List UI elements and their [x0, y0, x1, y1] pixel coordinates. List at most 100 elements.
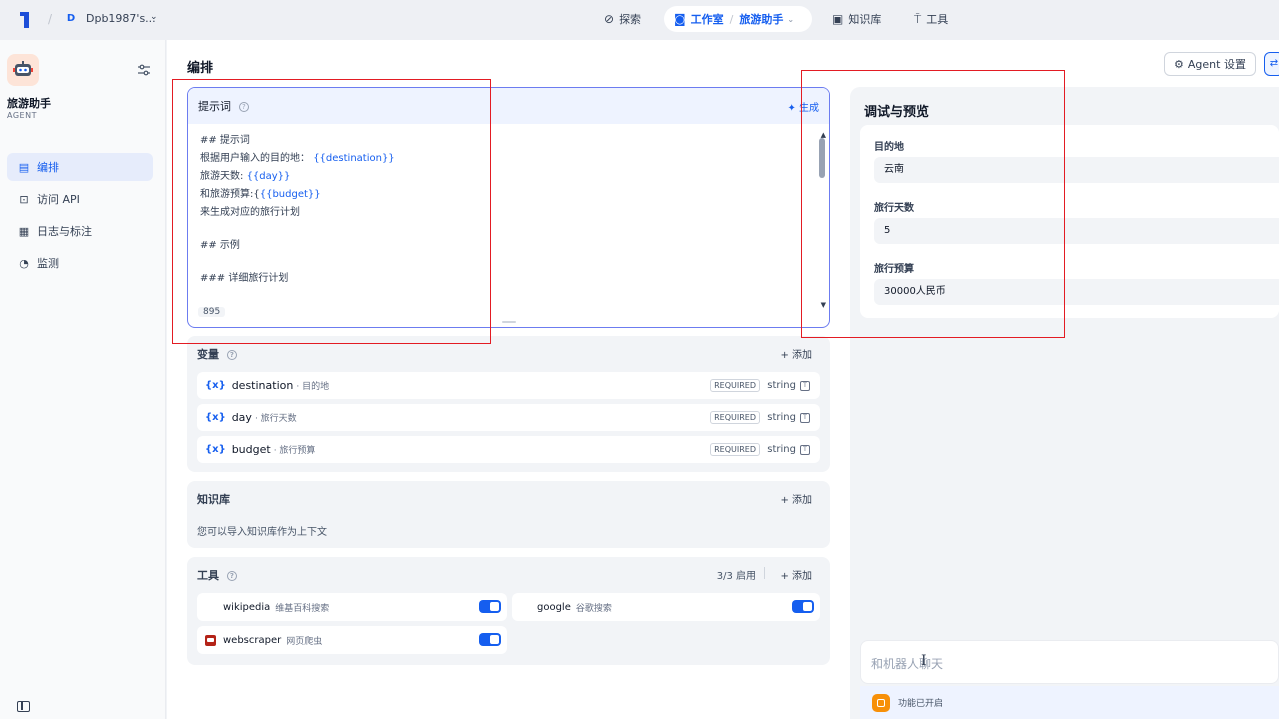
tool-toggle[interactable] [479, 600, 501, 613]
add-label: 添加 [792, 571, 812, 582]
knowledge-title: 知识库 [197, 493, 230, 506]
nav-current-app[interactable]: 旅游助手 [739, 11, 783, 27]
variable-label: · 旅行天数 [254, 414, 297, 424]
tool-label: 维基百科搜索 [275, 603, 330, 614]
top-bar: / D Dpb1987's... ⌄ ⊘ 探索 ◙ 工作室 / 旅游助手 ⌄ ▣… [0, 0, 1279, 40]
sidebar-item-monitor[interactable]: ◔ 监测 [7, 249, 153, 277]
page-title: 编排 [187, 61, 214, 76]
sidebar-collapse-icon[interactable] [17, 701, 30, 712]
workspace-avatar[interactable]: D [64, 12, 78, 26]
variable-row[interactable]: {x} day · 旅行天数 REQUIRED string T [197, 404, 820, 431]
feature-icon [872, 693, 890, 712]
prompt-line: 旅游天数: {{day}} [200, 168, 817, 186]
sidebar-item-logs[interactable]: ▦ 日志与标注 [7, 217, 153, 245]
tool-item-webscraper[interactable]: webscraper 网页爬虫 [197, 626, 507, 654]
app-settings-icon[interactable] [137, 64, 151, 76]
app-avatar [7, 54, 39, 86]
prompt-line: ## 示例 [200, 240, 240, 251]
help-icon[interactable]: ? [226, 571, 237, 581]
sidebar-item-orchestrate[interactable]: ▤ 编排 [7, 153, 153, 181]
prompt-title: 提示词 [198, 100, 231, 113]
prompt-textarea[interactable]: ## 提示词 根据用户输入的目的地： {{destination}} 旅游天数:… [188, 124, 829, 309]
variable-tag: {{budget}} [259, 189, 321, 200]
char-count-badge: 895 [198, 307, 226, 317]
app-logo-icon[interactable] [18, 10, 34, 30]
variable-label: · 旅行预算 [273, 446, 316, 456]
input-label: 旅行预算 [874, 264, 914, 275]
prompt-editor: 提示词 ? ✦ 生成 ## 提示词 根据用户输入的目的地： {{destinat… [187, 87, 830, 328]
debug-inputs: 目的地 云南 旅行天数 5 旅行预算 30000人民币 [860, 125, 1279, 318]
app-name: 旅游助手 [7, 97, 51, 110]
sidebar-item-label: 日志与标注 [37, 225, 92, 238]
add-variable-button[interactable]: + 添加 [780, 346, 812, 361]
add-label: 添加 [792, 495, 812, 506]
generate-button[interactable]: ✦ 生成 [787, 99, 819, 114]
chevron-down-icon[interactable]: ⌄ [787, 15, 794, 24]
nav-studio-label: 工作室 [690, 13, 724, 26]
variable-type: string [767, 444, 796, 455]
prompt-line: ## 提示词 [200, 135, 250, 146]
prompt-text: 根据用户输入的目的地： [200, 153, 310, 164]
help-icon[interactable]: ? [226, 350, 237, 360]
debug-preview-panel: 调试与预览 目的地 云南 旅行天数 5 旅行预算 30000人民币 和机器人聊天… [850, 87, 1279, 719]
variable-row[interactable]: {x} budget · 旅行预算 REQUIRED string T [197, 436, 820, 463]
text-cursor-icon: I [921, 653, 927, 669]
prompt-text: 旅游天数: [200, 171, 244, 182]
variable-type: string [767, 380, 796, 391]
workspace-name[interactable]: Dpb1987's... [86, 12, 156, 25]
destination-input[interactable]: 云南 [874, 157, 1279, 183]
nav-tools-label: 工具 [926, 13, 949, 26]
dashboard-icon: ◔ [19, 256, 29, 270]
feature-status-bar[interactable]: 功能已开启 [860, 686, 1279, 719]
robot-icon [13, 61, 33, 76]
compass-icon: ⊘ [604, 12, 615, 26]
days-input[interactable]: 5 [874, 218, 1279, 244]
gear-icon: ⚙ [1174, 57, 1184, 71]
resize-handle[interactable] [502, 321, 516, 323]
variable-type: string [767, 412, 796, 423]
tools-section: 工具 ? 3/3 启用 + 添加 wikipedia 维基百科搜索 google… [187, 557, 830, 665]
type-select-icon[interactable]: T [800, 380, 810, 391]
type-select-icon[interactable]: T [800, 412, 810, 423]
prompt-line: ### 详细旅行计划 [200, 273, 289, 284]
knowledge-section: 知识库 + 添加 您可以导入知识库作为上下文 [187, 481, 830, 548]
tool-name: webscraper [223, 634, 282, 646]
add-tool-button[interactable]: + 添加 [780, 567, 812, 582]
nav-tools[interactable]: ⍑ 工具 [914, 6, 948, 32]
book-icon: ▣ [832, 12, 844, 26]
tool-item-wikipedia[interactable]: wikipedia 维基百科搜索 [197, 593, 507, 621]
prompt-header: 提示词 ? ✦ 生成 [188, 88, 829, 124]
scroll-down-icon[interactable]: ▼ [821, 296, 826, 314]
tool-toggle[interactable] [479, 633, 501, 646]
required-badge: REQUIRED [710, 443, 760, 456]
agent-settings-button[interactable]: ⚙ Agent 设置 [1164, 52, 1256, 76]
variable-row[interactable]: {x} destination · 目的地 REQUIRED string T [197, 372, 820, 399]
tool-item-google[interactable]: google 谷歌搜索 [512, 593, 820, 621]
tool-label: 网页爬虫 [286, 636, 323, 647]
chevron-down-icon[interactable]: ⌄ [150, 12, 158, 22]
nav-studio[interactable]: ◙ 工作室 / 旅游助手 ⌄ [664, 6, 812, 32]
help-icon[interactable]: ? [238, 101, 249, 112]
chat-input[interactable]: 和机器人聊天 I [860, 640, 1279, 684]
variables-section: 变量 ? + 添加 {x} destination · 目的地 REQUIRED… [187, 336, 830, 472]
input-label: 目的地 [874, 142, 904, 153]
layout-icon: ▤ [18, 160, 30, 174]
publish-icon[interactable]: ⇄ [1264, 52, 1279, 76]
add-knowledge-button[interactable]: + 添加 [780, 491, 812, 506]
sidebar-item-api[interactable]: ⊡ 访问 API [7, 185, 153, 213]
scrollbar-thumb[interactable] [819, 138, 825, 178]
sidebar-item-label: 编排 [37, 161, 59, 174]
nav-knowledge[interactable]: ▣ 知识库 [832, 6, 881, 32]
debug-title: 调试与预览 [864, 105, 930, 120]
variable-icon: {x} [205, 444, 226, 455]
type-select-icon[interactable]: T [800, 444, 810, 455]
prompt-line: 和旅游预算:{{{budget}} [200, 186, 817, 204]
prompt-blank-line [200, 222, 817, 237]
tool-label: 谷歌搜索 [575, 603, 612, 614]
budget-input[interactable]: 30000人民币 [874, 279, 1279, 305]
feature-status-text: 功能已开启 [898, 699, 944, 709]
variable-key: budget [231, 443, 271, 456]
robot-icon: ◙ [674, 12, 686, 26]
nav-explore[interactable]: ⊘ 探索 [604, 6, 641, 32]
tool-toggle[interactable] [792, 600, 814, 613]
